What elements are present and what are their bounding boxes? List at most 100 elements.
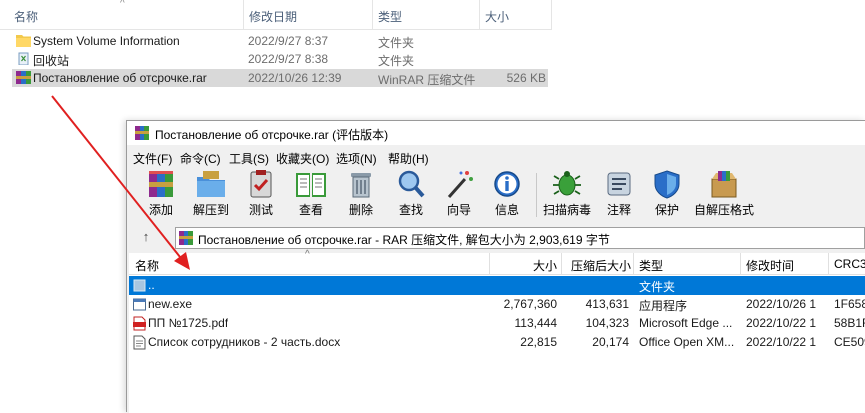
explorer-col-modified[interactable]: 修改日期 <box>249 8 297 25</box>
menu-options[interactable]: 选项(N) <box>336 150 377 167</box>
file-modified: 2022/10/26 12:39 <box>248 71 342 85</box>
menu-tools[interactable]: 工具(S) <box>229 150 269 167</box>
sort-ascending-icon: ^ <box>305 249 310 260</box>
archive-file-list: ^ 名称 大小 压缩后大小 类型 修改时间 CRC3 .. 文件夹 new.ex… <box>129 249 865 413</box>
file-name: Список сотрудников - 2 часть.docx <box>148 335 341 349</box>
explorer-file-row[interactable]: 回收站 2022/9/27 8:38 文件夹 <box>12 50 552 68</box>
file-name: new.exe <box>148 297 193 311</box>
file-crc: 1F658 <box>834 297 865 311</box>
view-book-icon <box>296 173 326 197</box>
protect-button[interactable]: 保护 <box>641 169 693 221</box>
archive-col-crc[interactable]: CRC3 <box>834 257 865 271</box>
parent-folder-icon <box>133 279 146 292</box>
file-name: .. <box>148 278 155 292</box>
explorer-col-name[interactable]: 名称 <box>14 8 38 25</box>
comment-label: 注释 <box>606 203 631 217</box>
archive-row[interactable]: new.exe 2,767,360 413,631 应用程序 2022/10/2… <box>129 295 865 314</box>
archive-col-packed[interactable]: 压缩后大小 <box>571 257 631 274</box>
window-title: Постановление об отсрочке.rar (评估版本) <box>155 128 389 142</box>
test-button[interactable]: 测试 <box>235 169 287 221</box>
find-button[interactable]: 查找 <box>385 169 437 221</box>
view-label: 查看 <box>298 203 323 217</box>
winrar-titlebar[interactable]: Постановление об отсрочке.rar (评估版本) <box>127 121 865 145</box>
folder-icon <box>16 35 31 47</box>
protect-shield-icon <box>654 170 680 199</box>
extract-to-button[interactable]: 解压到 <box>185 169 237 221</box>
file-type: 应用程序 <box>639 299 688 313</box>
column-divider[interactable] <box>551 0 552 30</box>
document-icon <box>133 335 146 350</box>
explorer-file-row[interactable]: System Volume Information 2022/9/27 8:37… <box>12 32 552 50</box>
file-packed-size: 20,174 <box>592 335 629 349</box>
archive-col-size[interactable]: 大小 <box>531 257 557 274</box>
add-archive-icon <box>149 171 173 197</box>
extract-to-label: 解压到 <box>192 203 229 217</box>
column-divider[interactable] <box>479 0 480 30</box>
column-divider[interactable] <box>740 253 741 275</box>
archive-row[interactable]: ПП №1725.pdf 113,444 104,323 Microsoft E… <box>129 314 865 333</box>
comment-button[interactable]: 注释 <box>593 169 645 221</box>
menu-help[interactable]: 帮助(H) <box>388 150 429 167</box>
wizard-button[interactable]: 向导 <box>433 169 485 221</box>
file-crc: 58B1F <box>834 316 865 330</box>
info-icon <box>494 171 520 197</box>
delete-button[interactable]: 删除 <box>335 169 387 221</box>
toolbar-separator <box>536 173 537 217</box>
comment-icon <box>607 172 631 196</box>
address-path-text: Постановление об отсрочке.rar - RAR 压缩文件… <box>198 233 610 247</box>
info-button[interactable]: 信息 <box>481 169 533 221</box>
file-name: ПП №1725.pdf <box>148 316 229 330</box>
pdf-icon <box>133 316 146 331</box>
file-type: WinRAR 压缩文件 <box>378 73 476 87</box>
view-button[interactable]: 查看 <box>285 169 337 221</box>
sort-ascending-icon: ^ <box>120 0 125 9</box>
info-label: 信息 <box>494 203 519 217</box>
column-divider[interactable] <box>489 253 490 275</box>
virus-scan-button[interactable]: 扫描病毒 <box>539 169 595 221</box>
sfx-box-icon <box>711 171 737 198</box>
virus-scan-label: 扫描病毒 <box>542 203 591 217</box>
protect-label: 保护 <box>654 203 679 217</box>
archive-col-modified[interactable]: 修改时间 <box>746 257 794 274</box>
explorer-column-header: ^ 名称 修改日期 类型 大小 <box>0 0 552 30</box>
column-divider[interactable] <box>633 253 634 275</box>
winrar-logo-icon <box>135 126 149 140</box>
file-size: 113,444 <box>514 316 558 330</box>
file-modified: 2022/10/26 1 <box>746 297 817 311</box>
column-divider[interactable] <box>828 253 829 275</box>
archive-col-name[interactable]: 名称 <box>135 257 159 274</box>
explorer-file-row-selected[interactable]: Постановление об отсрочке.rar 2022/10/26… <box>12 69 548 87</box>
file-size: 526 KB <box>506 71 546 85</box>
column-divider[interactable] <box>561 253 562 275</box>
file-modified: 2022/9/27 8:37 <box>248 34 329 48</box>
explorer-col-type[interactable]: 类型 <box>378 8 402 25</box>
file-size: 22,815 <box>520 335 557 349</box>
menu-file[interactable]: 文件(F) <box>133 150 172 167</box>
up-arrow-icon[interactable]: ↑ <box>137 229 155 247</box>
test-label: 测试 <box>248 203 273 217</box>
add-button[interactable]: 添加 <box>135 169 187 221</box>
extract-to-icon <box>197 171 225 197</box>
delete-trash-icon <box>351 173 371 198</box>
file-modified: 2022/10/22 1 <box>746 335 817 349</box>
archive-column-header: ^ 名称 大小 压缩后大小 类型 修改时间 CRC3 <box>129 249 865 275</box>
archive-col-type[interactable]: 类型 <box>639 257 663 274</box>
add-label: 添加 <box>148 203 173 217</box>
sfx-label: 自解压格式 <box>693 203 754 217</box>
address-field[interactable]: Постановление об отсрочке.rar - RAR 压缩文件… <box>175 227 865 249</box>
file-packed-size: 413,631 <box>585 297 629 311</box>
file-modified: 2022/9/27 8:38 <box>248 52 329 66</box>
file-name: System Volume Information <box>33 34 180 48</box>
explorer-col-size[interactable]: 大小 <box>485 8 509 25</box>
archive-row[interactable]: Список сотрудников - 2 часть.docx 22,815… <box>129 333 865 352</box>
file-name: Постановление об отсрочке.rar <box>33 71 207 85</box>
address-bar: ↑ Постановление об отсрочке.rar - RAR 压缩… <box>127 225 865 251</box>
sfx-button[interactable]: 自解压格式 <box>693 169 755 221</box>
menu-commands[interactable]: 命令(C) <box>180 150 221 167</box>
column-divider[interactable] <box>372 0 373 30</box>
winrar-window: Постановление об отсрочке.rar (评估版本) 文件(… <box>126 120 865 413</box>
recycle-bin-icon <box>18 52 29 65</box>
archive-row-parent[interactable]: .. 文件夹 <box>129 276 865 295</box>
menu-favorites[interactable]: 收藏夹(O) <box>276 150 329 167</box>
column-divider[interactable] <box>243 0 244 30</box>
